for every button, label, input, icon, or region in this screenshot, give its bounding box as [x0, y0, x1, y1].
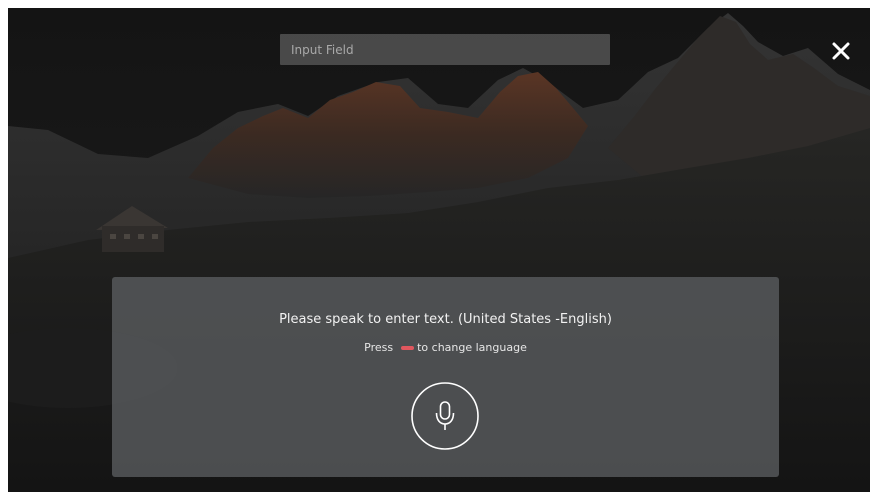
voice-prompt-text: Please speak to enter text. (United Stat… [279, 312, 612, 327]
close-icon [832, 42, 850, 60]
close-button[interactable] [831, 41, 851, 61]
hint-change-language-label: to change language [417, 341, 527, 354]
voice-input-panel: Please speak to enter text. (United Stat… [112, 277, 779, 477]
text-input-field[interactable] [280, 34, 610, 65]
hint-press-label: Press [364, 341, 394, 354]
language-hint: Press to change language [112, 341, 779, 354]
red-key-icon [401, 345, 415, 350]
microphone-icon [411, 382, 479, 450]
voice-input-screen: Please speak to enter text. (United Stat… [8, 8, 870, 492]
microphone-button[interactable] [410, 381, 480, 451]
